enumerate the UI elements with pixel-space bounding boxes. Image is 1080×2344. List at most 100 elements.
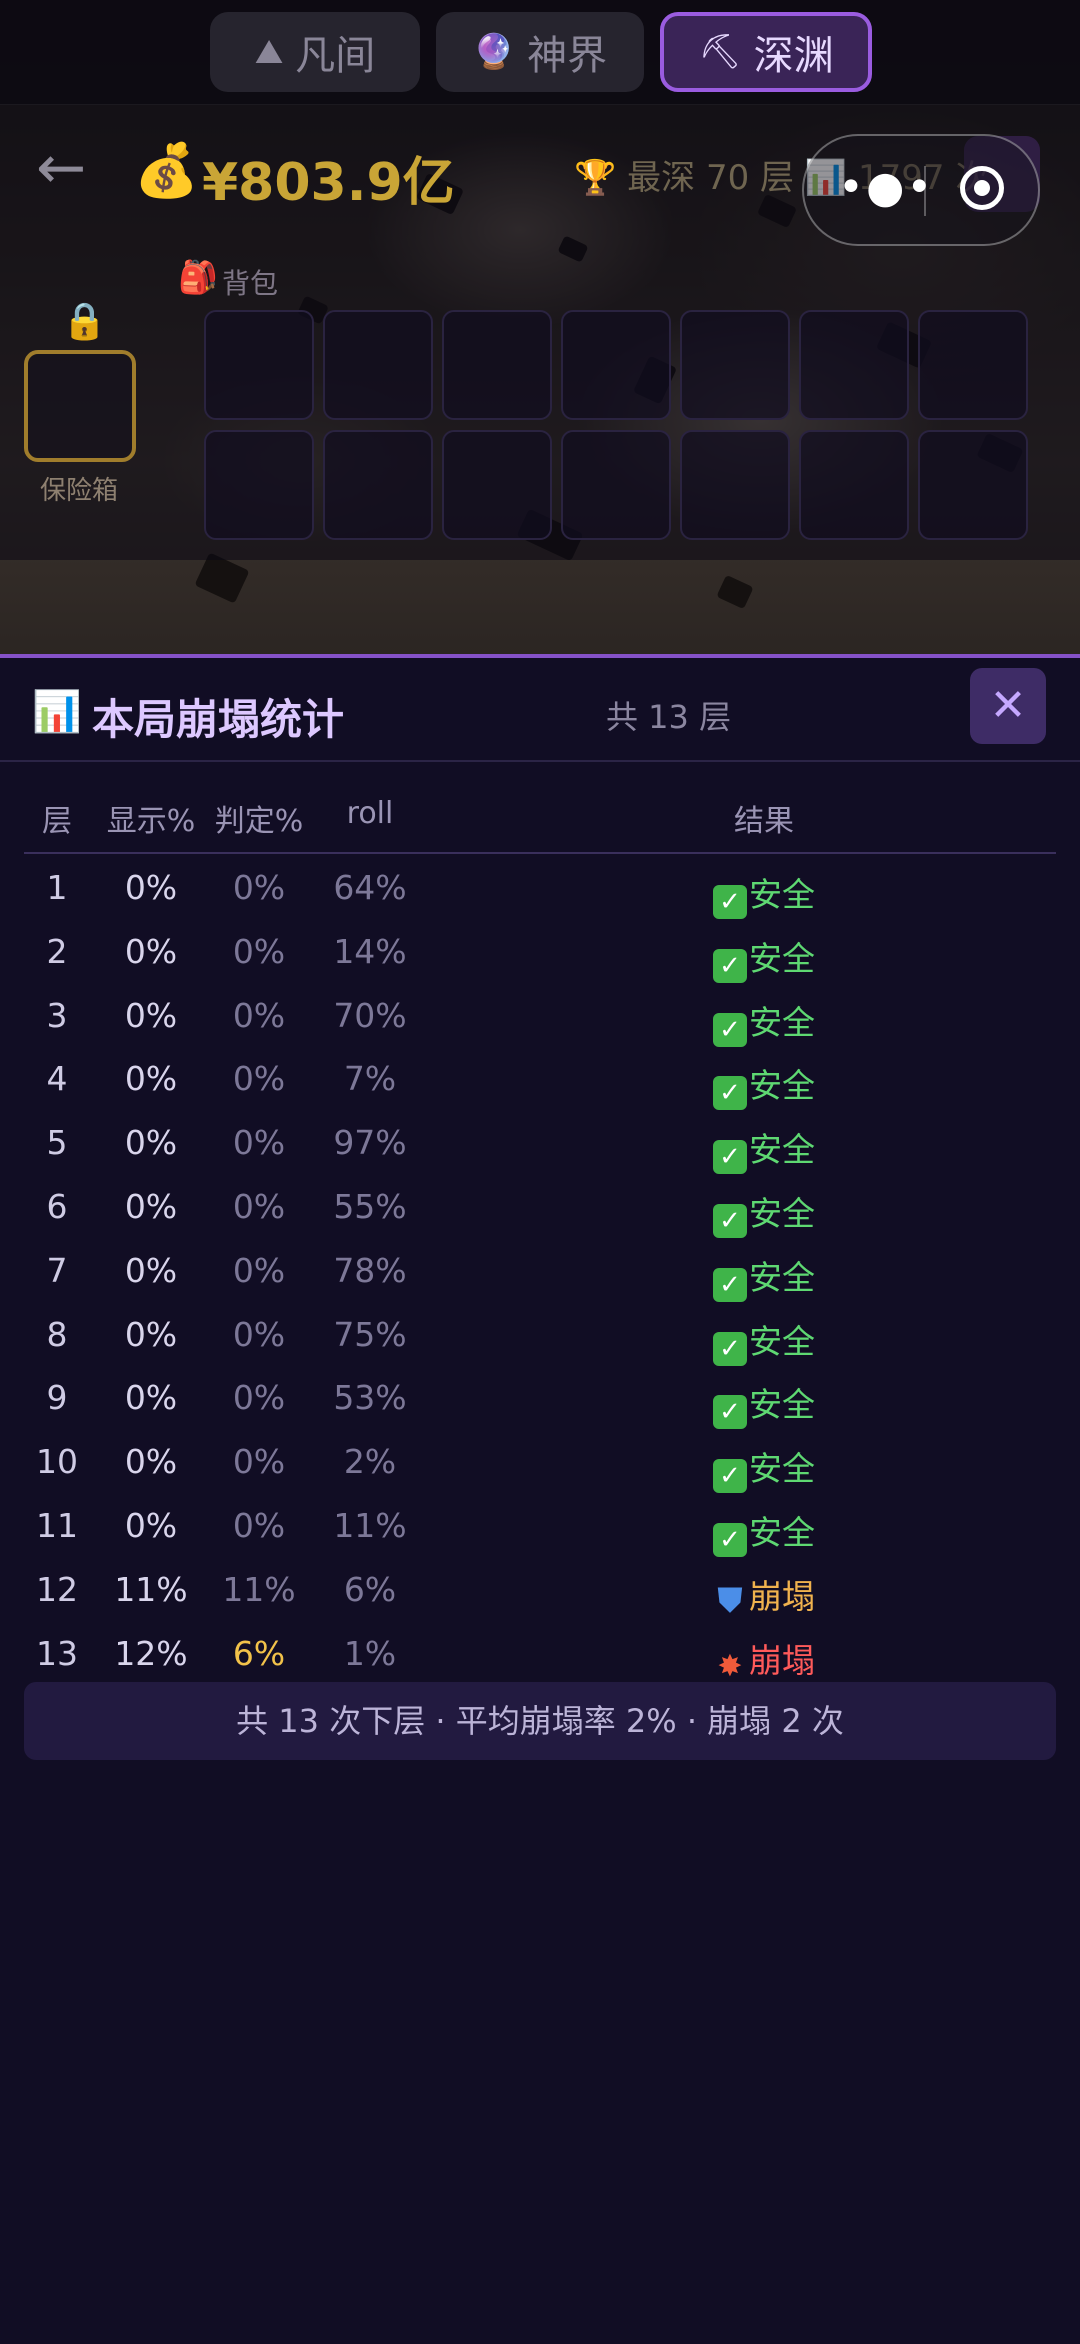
result-cell: ✓ 安全	[614, 1251, 914, 1302]
panel-header: 📊 本局崩塌统计 共 13 层 ✕	[0, 658, 1080, 762]
back-arrow-icon[interactable]: ←	[36, 138, 108, 198]
roll-cell: 53%	[333, 1378, 407, 1418]
result-label: 安全	[749, 1449, 815, 1489]
judge-cell: 0%	[232, 995, 286, 1035]
layer-cell: 8	[46, 1314, 68, 1354]
capsule-divider	[924, 166, 926, 216]
more-icon[interactable]: •●•	[838, 162, 934, 213]
result-label: 安全	[749, 875, 815, 914]
check-icon: ✓	[713, 1395, 747, 1430]
result-label: 安全	[749, 1130, 815, 1170]
result-cell: ✓ 安全	[614, 1442, 914, 1494]
backpack-slot[interactable]	[918, 310, 1028, 420]
layer-cell: 5	[46, 1123, 68, 1163]
display-cell: 0%	[124, 1250, 178, 1290]
backpack-slot[interactable]	[442, 430, 552, 540]
check-icon: ✓	[713, 1522, 747, 1557]
col-judge: 判定%	[214, 804, 304, 839]
trophy-icon: 🏆	[574, 158, 617, 198]
check-icon: ✓	[713, 948, 747, 983]
roll-cell: 1%	[343, 1633, 397, 1673]
stats-table-body: 1 0% 0% 64% ✓ 安全 2 0% 0% 14% ✓ 安全 3 0% 0% 70% ✓ 安全 4 0% 0% 7%…	[24, 854, 1056, 1683]
result-label: 安全	[749, 1066, 815, 1106]
realm-tab-bar: ⛰ 凡间 🔮 神界 ⛏ 深渊	[0, 0, 1080, 105]
backpack-slot[interactable]	[799, 310, 909, 420]
layer-cell: 13	[36, 1633, 78, 1673]
check-icon: ✓	[713, 885, 747, 919]
layer-cell: 11	[36, 1505, 78, 1545]
judge-cell: 0%	[232, 1442, 286, 1482]
backpack-slot[interactable]	[323, 310, 433, 420]
backpack-slot[interactable]	[680, 430, 790, 540]
table-row: 8 0% 0% 75% ✓ 安全	[24, 1301, 1056, 1366]
check-icon: ✓	[713, 1331, 747, 1366]
result-cell: ✸ 崩塌	[614, 1634, 914, 1684]
layer-cell: 3	[46, 995, 68, 1035]
judge-cell: 0%	[232, 1250, 286, 1290]
result-label: 安全	[749, 938, 815, 978]
col-roll: roll	[346, 796, 394, 831]
tab-label: 凡间	[295, 33, 376, 79]
backpack-icon: 🎒	[178, 258, 218, 296]
table-row: 10 0% 0% 2% ✓ 安全	[24, 1428, 1056, 1494]
roll-cell: 64%	[333, 868, 407, 907]
money-bag-icon: 💰	[134, 141, 199, 201]
roll-cell: 70%	[333, 995, 407, 1035]
layer-cell: 9	[46, 1378, 68, 1418]
summary-bar: 共 13 次下层 · 平均崩塌率 2% · 崩塌 2 次	[24, 1682, 1056, 1760]
backpack-slot[interactable]	[204, 430, 314, 540]
backpack-slot[interactable]	[918, 430, 1028, 540]
close-button[interactable]: ✕	[970, 668, 1046, 744]
result-cell: ✓ 安全	[614, 996, 914, 1047]
roll-cell: 11%	[333, 1505, 407, 1545]
col-display: 显示%	[106, 804, 196, 839]
display-cell: 0%	[124, 1378, 178, 1418]
table-row: 1 0% 0% 64% ✓ 安全	[24, 854, 1056, 919]
judge-cell: 0%	[232, 1378, 286, 1418]
backpack-slot[interactable]	[561, 430, 671, 540]
roll-cell: 75%	[333, 1314, 407, 1354]
table-row: 2 0% 0% 14% ✓ 安全	[24, 918, 1056, 983]
mountain-icon: ⛰	[254, 32, 284, 72]
tab-abyss[interactable]: ⛏ 深渊	[660, 12, 872, 92]
layer-cell: 1	[46, 868, 68, 907]
backpack-slot[interactable]	[799, 430, 909, 540]
layer-cell: 6	[46, 1186, 68, 1226]
tab-mortal[interactable]: ⛰ 凡间	[210, 12, 420, 92]
table-row: 13 12% 6% 1% ✸ 崩塌	[24, 1620, 1056, 1684]
close-miniprogram-icon[interactable]	[960, 166, 1004, 210]
backpack-slot[interactable]	[442, 310, 552, 420]
result-label: 安全	[749, 1385, 815, 1425]
safe-box-label: 保险箱	[40, 476, 119, 506]
safe-box-slot[interactable]	[24, 350, 136, 462]
judge-cell: 0%	[232, 868, 286, 907]
backpack-slot[interactable]	[204, 310, 314, 420]
deepest-layer: 最深 70 层	[627, 158, 795, 198]
layer-cell: 7	[46, 1250, 68, 1290]
explosion-icon: ✸	[717, 1648, 743, 1684]
table-row: 4 0% 0% 7% ✓ 安全	[24, 1045, 1056, 1111]
check-icon: ✓	[713, 1140, 747, 1175]
table-header: 层 显示% 判定% roll 结果	[24, 784, 1056, 854]
backpack-slot[interactable]	[680, 310, 790, 420]
table-row: 3 0% 0% 70% ✓ 安全	[24, 982, 1056, 1047]
money-balance: ¥803.9亿	[202, 153, 455, 213]
judge-cell: 6%	[232, 1633, 286, 1673]
backpack-slot[interactable]	[323, 430, 433, 540]
result-label: 安全	[749, 1193, 815, 1233]
backpack-slot[interactable]	[561, 310, 671, 420]
judge-cell: 11%	[222, 1569, 296, 1609]
lock-icon: 🔒	[62, 301, 107, 342]
result-cell: ✓ 安全	[614, 1059, 914, 1111]
result-cell: ✓ 安全	[614, 868, 914, 919]
display-cell: 0%	[124, 1442, 178, 1482]
judge-cell: 0%	[232, 1186, 286, 1226]
tab-divine[interactable]: 🔮 神界	[436, 12, 644, 92]
col-result: 结果	[734, 804, 794, 839]
check-icon: ✓	[713, 1459, 747, 1494]
roll-cell: 14%	[333, 931, 407, 971]
result-cell: ✓ 安全	[614, 1315, 914, 1366]
layer-cell: 10	[36, 1442, 78, 1482]
backpack-grid	[204, 310, 1036, 540]
result-label: 崩塌	[749, 1576, 815, 1616]
